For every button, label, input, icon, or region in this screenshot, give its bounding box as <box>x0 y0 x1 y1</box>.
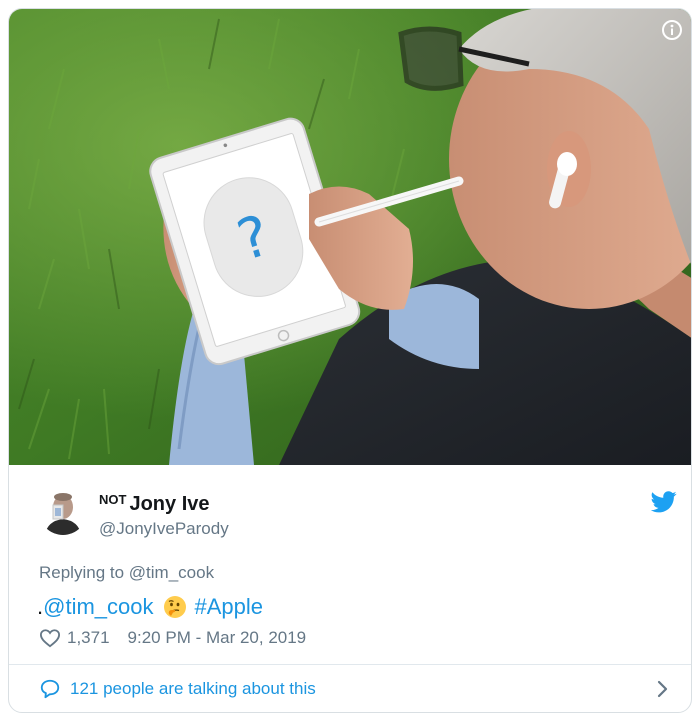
display-name-prefix: NOT <box>99 492 127 507</box>
heart-outline-icon[interactable] <box>39 628 61 648</box>
replying-to-label: Replying to <box>39 563 125 582</box>
divider <box>9 664 691 665</box>
info-icon[interactable] <box>661 19 683 41</box>
like-count[interactable]: 1,371 <box>67 628 110 648</box>
replying-to: Replying to @tim_cook <box>39 563 214 583</box>
photo-illustration: ? <box>9 9 691 465</box>
tweet-photo[interactable]: ? <box>9 9 691 465</box>
conversation-link[interactable]: 121 people are talking about this <box>39 669 669 709</box>
display-name[interactable]: NOT Jony Ive <box>99 488 229 516</box>
user-handle[interactable]: @JonyIveParody <box>99 518 229 540</box>
mention-link[interactable]: @tim_cook <box>43 593 153 621</box>
tweet-header: NOT Jony Ive @JonyIveParody <box>39 487 679 543</box>
tweet-meta: 1,371 9:20 PM - Mar 20, 2019 <box>39 628 306 648</box>
tweet-card: ? NOT Jony Ive @JonyIveParody Replying t… <box>8 8 692 713</box>
avatar[interactable] <box>39 487 87 535</box>
speech-bubble-icon <box>39 678 61 700</box>
replying-to-user[interactable]: @tim_cook <box>129 563 214 582</box>
user-names[interactable]: NOT Jony Ive @JonyIveParody <box>99 488 229 540</box>
tweet-text: . @tim_cook #Apple <box>37 593 263 621</box>
hashtag-link[interactable]: #Apple <box>195 593 264 621</box>
talking-count-text: 121 people are talking about this <box>70 679 316 698</box>
display-name-text: Jony Ive <box>129 493 210 515</box>
twitter-bird-icon[interactable] <box>650 491 677 513</box>
timestamp[interactable]: 9:20 PM - Mar 20, 2019 <box>128 628 307 648</box>
thinking-face-emoji <box>163 595 187 619</box>
chevron-right-icon <box>655 680 669 698</box>
